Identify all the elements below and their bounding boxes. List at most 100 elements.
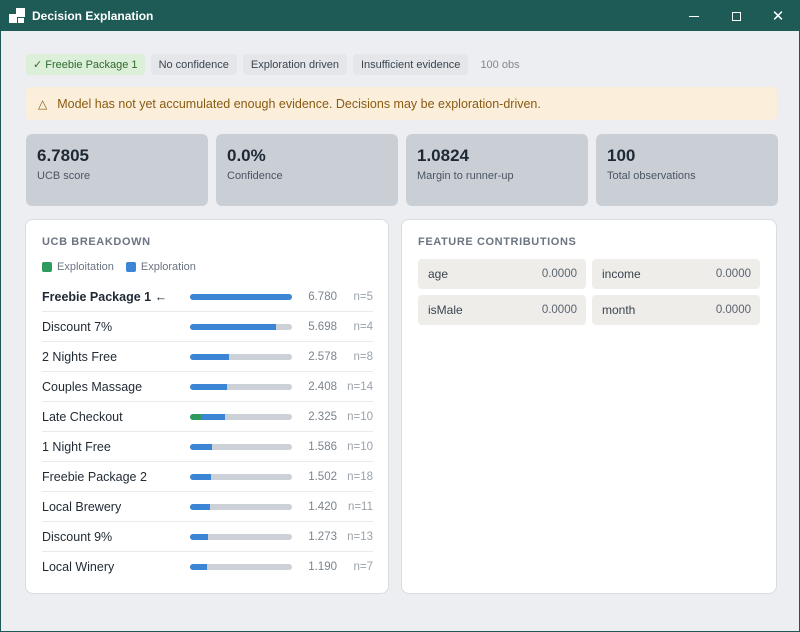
warning-triangle-icon: △ (38, 96, 48, 111)
observation-count: n=10 (347, 410, 373, 423)
ucb-score: 5.698 (308, 320, 337, 333)
stat-label: Margin to runner-up (417, 170, 514, 182)
legend-exploitation: Exploitation (42, 261, 114, 273)
arm-name: Couples Massage (42, 379, 143, 394)
warning-text: Model has not yet accumulated enough evi… (57, 96, 541, 111)
feature-value: 0.0000 (715, 268, 751, 280)
arm-name: Local Brewery (42, 499, 122, 514)
ucb-bar (190, 293, 292, 300)
arm-name: 1 Night Free (42, 439, 111, 454)
ucb-row: Freebie Package 1 ← 6.780 n=5 (42, 282, 373, 312)
ucb-bar (190, 413, 292, 420)
legend-label: Exploration (140, 261, 196, 273)
feature-value: 0.0000 (541, 268, 577, 280)
maximize-button[interactable] (715, 1, 757, 31)
stat-value: 1.0824 (417, 146, 469, 165)
observation-count: n=7 (353, 561, 373, 573)
stat-value: 0.0% (227, 146, 266, 165)
ucb-bar (190, 564, 292, 570)
observation-count: n=14 (347, 380, 373, 393)
arm-name: Local Winery (42, 560, 115, 574)
close-icon: ✕ (771, 7, 785, 25)
exploration-segment (190, 353, 229, 360)
ucb-bar (190, 473, 292, 480)
ucb-row: Freebie Package 2 1.502 n=18 (42, 462, 373, 492)
feature-value: 0.0000 (541, 304, 577, 316)
ucb-row: Late Checkout 2.325 n=10 (42, 402, 373, 432)
exploration-segment (190, 383, 227, 390)
driver-badge: Exploration driven (242, 54, 347, 75)
observation-count: n=11 (347, 500, 373, 513)
feature-item-ismale: isMale 0.0000 (418, 295, 586, 325)
arm-name: Late Checkout (42, 409, 123, 424)
ucb-score: 2.408 (308, 380, 337, 393)
feature-name: month (602, 303, 636, 317)
stat-value: 100 (607, 146, 636, 165)
title-bar[interactable]: Decision Explanation ✕ (1, 1, 799, 31)
check-icon: ✓ (33, 59, 43, 71)
warning-banner: △ Model has not yet accumulated enough e… (26, 87, 777, 120)
exploration-swatch (125, 262, 136, 272)
observation-count: n=18 (347, 470, 373, 483)
ucb-bar (190, 443, 292, 450)
legend-exploration: Exploration (125, 261, 196, 273)
ucb-score: 2.578 (308, 350, 337, 363)
ucb-bar (190, 353, 292, 360)
stat-label: Total observations (607, 170, 696, 182)
exploration-segment (190, 293, 292, 300)
stat-cards: 6.7805 UCB score 0.0% Confidence 1.0824 … (26, 134, 778, 206)
feature-grid: age 0.0000 income 0.0000 isMale 0.0000 m… (418, 259, 760, 325)
ucb-list: Freebie Package 1 ← 6.780 n=5 Discount 7% 5.… (42, 282, 373, 582)
observations-count: 100 obs (480, 58, 520, 71)
close-button[interactable]: ✕ (757, 1, 799, 31)
stat-card-ucb-score: 6.7805 UCB score (26, 134, 208, 206)
legend: Exploitation Exploration (42, 261, 196, 273)
stat-label: UCB score (37, 170, 91, 182)
arm-name: Freebie Package 1 ← (42, 289, 168, 304)
exploration-segment (201, 413, 225, 420)
arm-name: Discount 9% (42, 529, 113, 544)
arm-name: 2 Nights Free (42, 349, 118, 364)
ucb-bar (190, 323, 292, 330)
panel-title: UCB BREAKDOWN (42, 236, 151, 248)
exploration-segment (190, 443, 213, 450)
exploration-segment (190, 473, 212, 480)
ucb-score: 2.325 (308, 410, 337, 423)
ucb-bar (190, 533, 292, 540)
ucb-score: 1.420 (308, 500, 337, 513)
ucb-row: Local Winery 1.190 n=7 (42, 552, 373, 582)
stat-card-margin: 1.0824 Margin to runner-up (406, 134, 588, 206)
panel-title: FEATURE CONTRIBUTIONS (418, 236, 577, 248)
stat-card-observations: 100 Total observations (596, 134, 778, 206)
minimize-button[interactable] (673, 1, 715, 31)
ucb-row: Couples Massage 2.408 n=14 (42, 372, 373, 402)
ucb-score: 1.273 (308, 530, 337, 543)
decision-explanation-window: Decision Explanation ✕ ✓ Freebie Package… (0, 0, 800, 632)
observation-count: n=4 (353, 320, 373, 333)
stat-label: Confidence (227, 170, 283, 182)
feature-item-age: age 0.0000 (418, 259, 586, 289)
status-chips: ✓ Freebie Package 1 No confidence Explor… (26, 54, 526, 75)
ucb-score: 1.190 (308, 561, 337, 573)
exploration-segment (190, 503, 211, 510)
observation-count: n=10 (347, 440, 373, 453)
ucb-bar (190, 383, 292, 390)
ucb-score: 6.780 (308, 290, 337, 303)
exploration-segment (190, 564, 208, 570)
ucb-row: 2 Nights Free 2.578 n=8 (42, 342, 373, 372)
feature-name: isMale (428, 303, 463, 317)
ucb-row: Discount 9% 1.273 n=13 (42, 522, 373, 552)
selected-arm-badge: ✓ Freebie Package 1 (26, 54, 145, 75)
ucb-row: Discount 7% 5.698 n=4 (42, 312, 373, 342)
stat-card-confidence: 0.0% Confidence (216, 134, 398, 206)
evidence-badge: Insufficient evidence (352, 54, 469, 75)
minimize-icon (689, 15, 699, 17)
window-controls: ✕ (673, 1, 799, 31)
exploitation-swatch (42, 262, 52, 272)
ucb-row: 1 Night Free 1.586 n=10 (42, 432, 373, 462)
feature-name: income (602, 267, 641, 281)
ucb-breakdown-panel: UCB BREAKDOWN Exploitation Exploration F… (25, 219, 389, 594)
observation-count: n=8 (353, 350, 373, 363)
exploitation-segment (190, 413, 202, 420)
feature-value: 0.0000 (715, 304, 751, 316)
